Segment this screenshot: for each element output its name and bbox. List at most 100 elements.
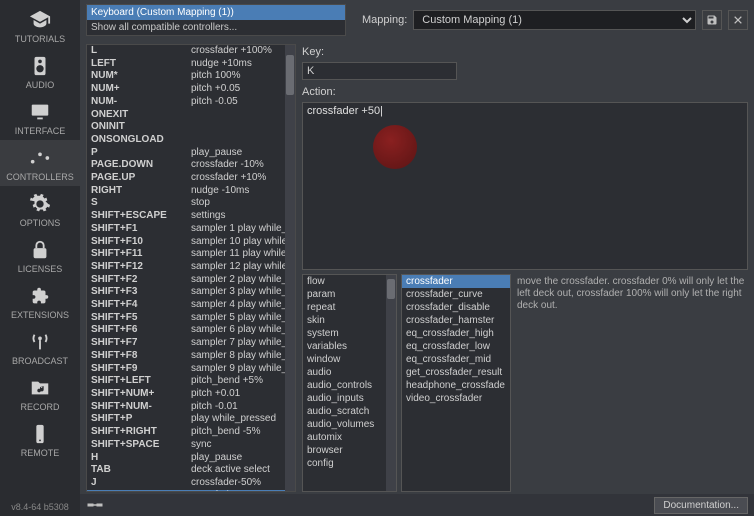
keymap-row[interactable]: SHIFT+F3sampler 3 play while_ xyxy=(87,286,295,299)
keymap-row[interactable]: SHIFT+F4sampler 4 play while_ xyxy=(87,299,295,312)
category-item[interactable]: repeat xyxy=(303,301,396,314)
key-cell: SHIFT+F6 xyxy=(91,324,191,337)
category-item[interactable]: audio_controls xyxy=(303,379,396,392)
key-cell: NUM+ xyxy=(91,83,191,96)
key-cell: S xyxy=(91,197,191,210)
save-mapping-button[interactable] xyxy=(702,10,722,30)
category-item[interactable]: skin xyxy=(303,314,396,327)
action-cell: crossfader +10% xyxy=(191,172,291,185)
controller-select-box[interactable]: Keyboard (Custom Mapping (1)) Show all c… xyxy=(86,4,346,36)
phone-icon xyxy=(24,422,56,446)
verb-item[interactable]: crossfader xyxy=(402,275,510,288)
category-item[interactable]: variables xyxy=(303,340,396,353)
keymap-row[interactable]: Sstop xyxy=(87,197,295,210)
keymap-row[interactable]: SHIFT+F5sampler 5 play while_ xyxy=(87,312,295,325)
verb-item[interactable]: eq_crossfader_mid xyxy=(402,353,510,366)
verb-item[interactable]: eq_crossfader_low xyxy=(402,340,510,353)
category-item[interactable]: audio xyxy=(303,366,396,379)
verb-item[interactable]: eq_crossfader_high xyxy=(402,327,510,340)
keymap-row[interactable]: TABdeck active select xyxy=(87,464,295,477)
category-item[interactable]: audio_inputs xyxy=(303,392,396,405)
keymap-row[interactable]: SHIFT+NUM-pitch -0.01 xyxy=(87,401,295,414)
keymap-row[interactable]: Pplay_pause xyxy=(87,147,295,160)
sidebar-item-record[interactable]: RECORD xyxy=(0,370,80,416)
keymap-row[interactable]: SHIFT+ESCAPEsettings xyxy=(87,210,295,223)
keymap-row[interactable]: LEFTnudge +10ms xyxy=(87,58,295,71)
scrollbar[interactable] xyxy=(386,275,396,491)
keymap-row[interactable]: SHIFT+LEFTpitch_bend +5% xyxy=(87,375,295,388)
keymap-row[interactable]: PAGE.UPcrossfader +10% xyxy=(87,172,295,185)
keymap-row[interactable]: NUM-pitch -0.05 xyxy=(87,96,295,109)
key-cell: SHIFT+F10 xyxy=(91,236,191,249)
keymap-row[interactable]: SHIFT+SPACEsync xyxy=(87,439,295,452)
category-item[interactable]: config xyxy=(303,457,396,470)
action-editor[interactable]: crossfader +50| xyxy=(302,102,748,270)
right-panel: Key: Action: crossfader +50| flowparamre… xyxy=(302,44,748,492)
category-item[interactable]: flow xyxy=(303,275,396,288)
antenna-icon xyxy=(24,330,56,354)
keymap-row[interactable]: SHIFT+F12sampler 12 play while xyxy=(87,261,295,274)
category-item[interactable]: automix xyxy=(303,431,396,444)
sidebar-item-interface[interactable]: INTERFACE xyxy=(0,94,80,140)
verb-item[interactable]: get_crossfader_result xyxy=(402,366,510,379)
keymap-row[interactable]: SHIFT+F9sampler 9 play while_ xyxy=(87,363,295,376)
category-item[interactable]: system xyxy=(303,327,396,340)
sidebar-item-remote[interactable]: REMOTE xyxy=(0,416,80,462)
category-item[interactable]: audio_scratch xyxy=(303,405,396,418)
sidebar-label: LICENSES xyxy=(18,264,63,274)
keymap-row[interactable]: Lcrossfader +100% xyxy=(87,45,295,58)
keymap-row[interactable]: SHIFT+F1sampler 1 play while_ xyxy=(87,223,295,236)
keymap-row[interactable]: Jcrossfader-50% xyxy=(87,477,295,490)
keymap-row[interactable]: NUM+pitch +0.05 xyxy=(87,83,295,96)
keymap-row[interactable]: RIGHTnudge -10ms xyxy=(87,185,295,198)
mapping-select[interactable]: Custom Mapping (1) xyxy=(413,10,696,30)
verb-item[interactable]: crossfader_disable xyxy=(402,301,510,314)
key-cell: SHIFT+LEFT xyxy=(91,375,191,388)
sidebar-item-controllers[interactable]: CONTROLLERS xyxy=(0,140,80,186)
sidebar-item-broadcast[interactable]: BROADCAST xyxy=(0,324,80,370)
keymap-row[interactable]: ONINIT xyxy=(87,121,295,134)
action-cell: sampler 8 play while_ xyxy=(191,350,291,363)
verb-item[interactable]: crossfader_hamster xyxy=(402,314,510,327)
keymap-row[interactable]: SHIFT+F7sampler 7 play while_ xyxy=(87,337,295,350)
keymap-row[interactable]: SHIFT+RIGHTpitch_bend -5% xyxy=(87,426,295,439)
verb-list[interactable]: crossfadercrossfader_curvecrossfader_dis… xyxy=(401,274,511,492)
keymap-row[interactable]: Hplay_pause xyxy=(87,452,295,465)
keymap-row[interactable]: ONSONGLOAD xyxy=(87,134,295,147)
keymap-row[interactable]: SHIFT+NUM+pitch +0.01 xyxy=(87,388,295,401)
scrollbar[interactable] xyxy=(285,45,295,491)
gear-icon xyxy=(24,192,56,216)
key-input[interactable] xyxy=(302,62,457,80)
close-mapping-button[interactable] xyxy=(728,10,748,30)
keymap-row[interactable]: SHIFT+F8sampler 8 play while_ xyxy=(87,350,295,363)
keymap-row[interactable]: SHIFT+F10sampler 10 play while xyxy=(87,236,295,249)
keymap-row[interactable]: SHIFT+F6sampler 6 play while_ xyxy=(87,324,295,337)
keymap-row[interactable]: PAGE.DOWNcrossfader -10% xyxy=(87,159,295,172)
action-cell: crossfader +50 xyxy=(191,490,291,492)
category-item[interactable]: browser xyxy=(303,444,396,457)
documentation-button[interactable]: Documentation... xyxy=(654,497,748,514)
verb-item[interactable]: video_crossfader xyxy=(402,392,510,405)
verb-item[interactable]: headphone_crossfade xyxy=(402,379,510,392)
category-item[interactable]: window xyxy=(303,353,396,366)
keymap-row[interactable]: Kcrossfader +50 xyxy=(87,490,295,492)
keymap-row[interactable]: NUM*pitch 100% xyxy=(87,70,295,83)
category-list[interactable]: flowparamrepeatskinsystemvariableswindow… xyxy=(302,274,397,492)
keymap-list[interactable]: Lcrossfader +100%LEFTnudge +10msNUM*pitc… xyxy=(86,44,296,492)
verb-item[interactable]: crossfader_curve xyxy=(402,288,510,301)
sidebar-item-audio[interactable]: AUDIO xyxy=(0,48,80,94)
keymap-row[interactable]: ONEXIT xyxy=(87,109,295,122)
sidebar-item-tutorials[interactable]: TUTORIALS xyxy=(0,2,80,48)
sidebar-item-extensions[interactable]: EXTENSIONS xyxy=(0,278,80,324)
category-item[interactable]: param xyxy=(303,288,396,301)
keymap-row[interactable]: SHIFT+F2sampler 2 play while_ xyxy=(87,274,295,287)
sliders-icon xyxy=(24,146,56,170)
category-item[interactable]: audio_volumes xyxy=(303,418,396,431)
sidebar-item-licenses[interactable]: LICENSES xyxy=(0,232,80,278)
keymap-row[interactable]: SHIFT+F11sampler 11 play while xyxy=(87,248,295,261)
sidebar-label: TUTORIALS xyxy=(15,34,65,44)
controller-selected[interactable]: Keyboard (Custom Mapping (1)) xyxy=(87,5,345,20)
sidebar-item-options[interactable]: OPTIONS xyxy=(0,186,80,232)
keymap-row[interactable]: SHIFT+Pplay while_pressed xyxy=(87,413,295,426)
controller-show-all[interactable]: Show all compatible controllers... xyxy=(87,20,345,35)
